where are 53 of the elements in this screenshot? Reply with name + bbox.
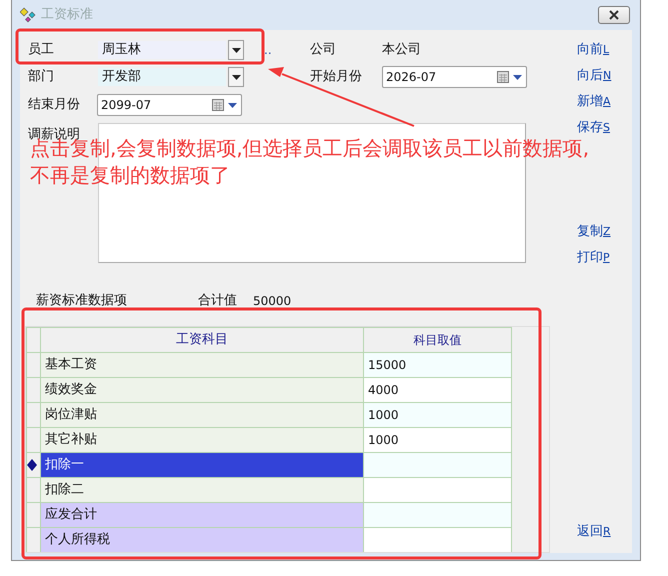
caret-icon[interactable] bbox=[228, 102, 237, 108]
table-cell[interactable]: 扣除一 bbox=[40, 452, 364, 478]
close-icon bbox=[608, 10, 620, 20]
action-link[interactable]: 向前L bbox=[577, 39, 612, 65]
column-header: 科目取值 bbox=[364, 328, 512, 352]
date-field[interactable]: 2099-07 bbox=[97, 94, 242, 116]
table-cell[interactable]: 1000 bbox=[364, 402, 512, 428]
action-link[interactable]: 新增A bbox=[577, 91, 612, 117]
field-label: 公司 bbox=[310, 41, 337, 60]
total-label: 合计值 bbox=[198, 292, 238, 310]
table-cell[interactable]: 15000 bbox=[364, 352, 512, 378]
date-value: 2026-07 bbox=[386, 69, 436, 86]
column-header: 工资科目 bbox=[40, 328, 364, 352]
table-cell[interactable] bbox=[364, 478, 512, 502]
table-cell[interactable]: 个人所得税 bbox=[40, 528, 364, 552]
action-link[interactable]: 保存S bbox=[577, 117, 612, 143]
window-title: 工资标准 bbox=[41, 6, 93, 24]
dropdown-button[interactable] bbox=[228, 67, 244, 87]
table-cell[interactable] bbox=[364, 502, 512, 528]
field-label: 员工 bbox=[28, 41, 55, 60]
table-cell[interactable]: 4000 bbox=[364, 378, 512, 402]
table-cell[interactable]: 基本工资 bbox=[40, 352, 364, 378]
action-link[interactable]: 打印P bbox=[577, 247, 612, 273]
caret-icon[interactable] bbox=[513, 74, 522, 80]
table-cell[interactable]: 应发合计 bbox=[40, 502, 364, 528]
caret-icon bbox=[232, 74, 240, 80]
company-value: 本公司 bbox=[382, 41, 421, 60]
field-label: 开始月份 bbox=[310, 68, 363, 86]
calendar-icon[interactable] bbox=[497, 71, 509, 83]
dropdown-button[interactable] bbox=[228, 40, 244, 60]
table-cell[interactable]: 其它补贴 bbox=[40, 428, 364, 452]
field-label: 结束月份 bbox=[28, 96, 81, 114]
calendar-icon[interactable] bbox=[212, 99, 224, 111]
table-cell[interactable]: 1000 bbox=[364, 428, 512, 452]
table-cell[interactable]: 扣除二 bbox=[40, 478, 364, 502]
date-value: 2099-07 bbox=[101, 97, 152, 114]
total-value: 50000 bbox=[253, 293, 292, 310]
action-link[interactable]: 向后N bbox=[577, 65, 612, 91]
table-cell[interactable]: 绩效奖金 bbox=[40, 378, 364, 402]
combo-field[interactable]: 开发部 bbox=[98, 68, 226, 86]
table-cell[interactable] bbox=[364, 528, 512, 552]
section-label: 薪资标准数据项 bbox=[36, 292, 128, 310]
app-icon bbox=[20, 7, 38, 23]
table-cell[interactable] bbox=[364, 452, 512, 478]
field-label: 部门 bbox=[28, 68, 55, 86]
date-field[interactable]: 2026-07 bbox=[382, 66, 527, 88]
picker-button[interactable]: .. bbox=[264, 41, 310, 59]
close-button[interactable] bbox=[598, 6, 630, 24]
action-link[interactable]: 返回 R bbox=[577, 521, 612, 547]
combo-field[interactable]: 周玉林 bbox=[98, 41, 226, 59]
action-link[interactable]: 复制Z bbox=[577, 221, 612, 247]
caret-icon bbox=[232, 48, 240, 52]
table-cell[interactable]: 岗位津贴 bbox=[40, 402, 364, 428]
